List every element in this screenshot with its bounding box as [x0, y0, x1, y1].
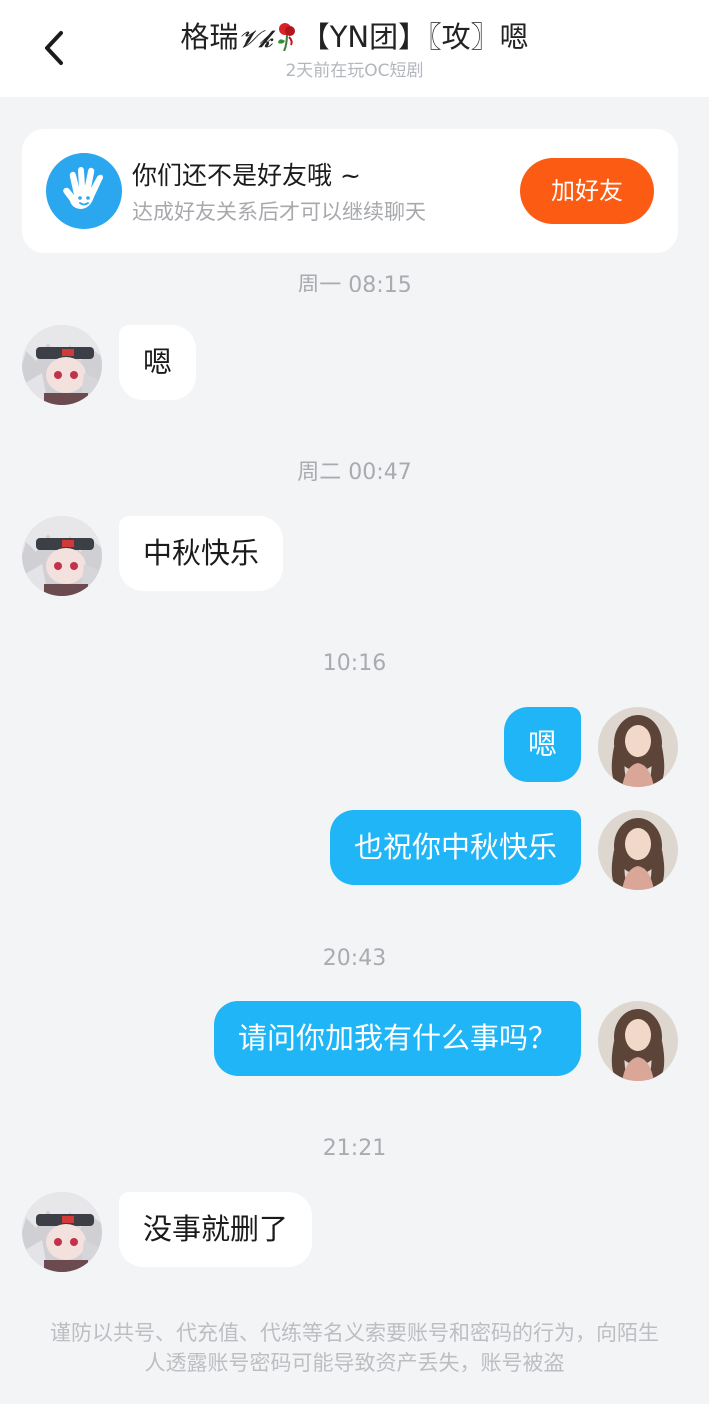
- outgoing-message-bubble[interactable]: 嗯: [503, 707, 581, 782]
- contact-avatar-image: [22, 325, 102, 405]
- add-friend-button[interactable]: 加好友: [520, 158, 654, 224]
- timestamp: 10:16: [322, 651, 387, 676]
- chat-header: 格瑞𝓥𝓴 【YN团】〖攻〗嗯 2天前在玩OC短剧: [0, 0, 709, 97]
- friend-notice-card: 你们还不是好友哦 ~ 达成好友关系后才可以继续聊天 加好友: [22, 129, 678, 253]
- my-avatar[interactable]: [598, 1001, 678, 1081]
- chat-title-suffix: 【YN团】〖攻〗嗯: [300, 20, 529, 54]
- my-avatar[interactable]: [598, 810, 678, 890]
- notice-subtitle: 达成好友关系后才可以继续聊天: [132, 200, 426, 224]
- online-status: 2天前在玩OC短剧: [285, 61, 424, 81]
- outgoing-message-bubble[interactable]: 请问你加我有什么事吗？: [213, 1001, 581, 1076]
- outgoing-message-bubble[interactable]: 也祝你中秋快乐: [329, 810, 581, 885]
- notice-title: 你们还不是好友哦 ~: [132, 161, 361, 190]
- chat-title: 格瑞𝓥𝓴 【YN团】〖攻〗嗯: [180, 20, 529, 54]
- safety-warning: 谨防以共号、代充值、代练等名义索要账号和密码的行为，向陌生人透露账号密码可能导致…: [50, 1321, 659, 1375]
- incoming-message-bubble[interactable]: 嗯: [119, 325, 197, 400]
- incoming-message-bubble[interactable]: 中秋快乐: [119, 516, 284, 591]
- contact-avatar-image: [22, 1192, 102, 1272]
- timestamp-partial-text: 周一 08:15: [297, 273, 412, 292]
- contact-avatar[interactable]: [22, 325, 102, 405]
- my-avatar-image: [598, 707, 678, 787]
- hand-icon: [46, 153, 122, 229]
- timestamp-partial: 周一 08:15: [0, 266, 709, 292]
- my-avatar-image: [598, 810, 678, 890]
- contact-avatar[interactable]: [22, 1192, 102, 1272]
- my-avatar-image: [598, 1001, 678, 1081]
- timestamp: 周二 00:47: [297, 460, 412, 485]
- timestamp: 21:21: [322, 1136, 387, 1161]
- incoming-message-bubble[interactable]: 没事就删了: [119, 1192, 313, 1267]
- rose-icon: [277, 23, 295, 51]
- timestamp: 20:43: [322, 946, 387, 971]
- my-avatar[interactable]: [598, 707, 678, 787]
- chat-title-name: 格瑞: [180, 20, 239, 54]
- contact-avatar[interactable]: [22, 516, 102, 596]
- contact-avatar-image: [22, 516, 102, 596]
